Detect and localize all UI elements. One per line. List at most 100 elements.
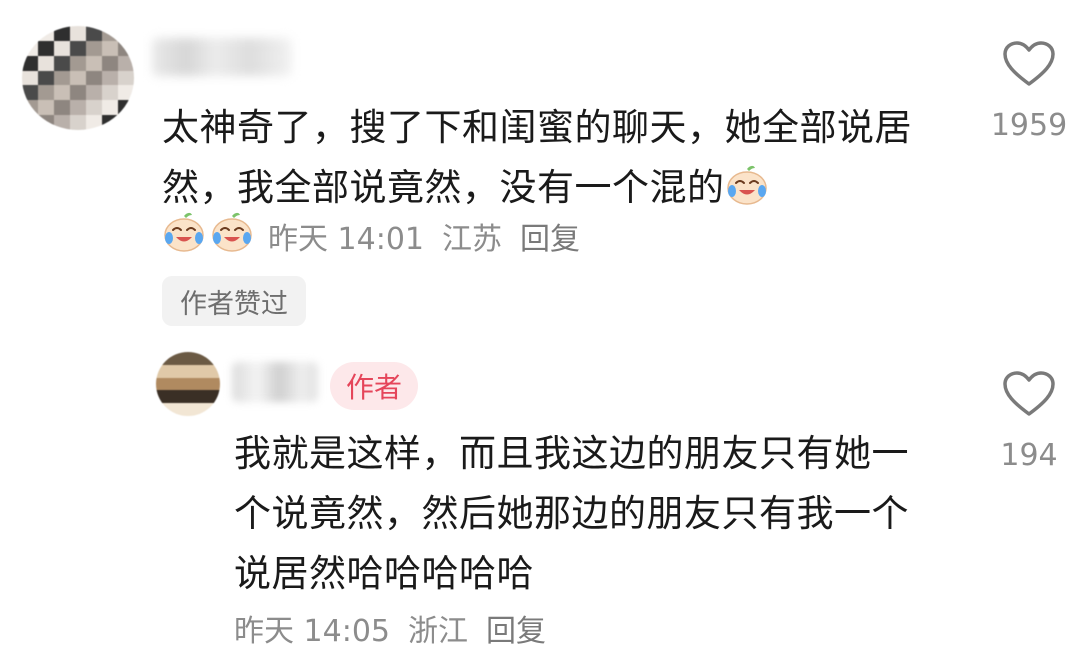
avatar-pixel	[182, 365, 195, 378]
avatar-pixel	[86, 100, 102, 115]
avatar-pixel	[194, 365, 207, 378]
avatar-pixel	[182, 352, 195, 365]
avatar-pixel	[22, 71, 38, 86]
heart-icon[interactable]	[1002, 370, 1056, 422]
reply-button[interactable]: 回复	[520, 214, 580, 258]
like-button[interactable]: 1959	[990, 40, 1068, 143]
avatar-pixel	[54, 41, 70, 56]
avatar-pixel	[169, 390, 182, 403]
avatar-pixel	[118, 115, 134, 130]
avatar-pixel	[54, 85, 70, 100]
avatar-pixel	[102, 56, 118, 71]
author-liked-badge: 作者赞过	[162, 276, 306, 326]
avatar-pixel	[156, 352, 169, 365]
comment-location: 浙江	[408, 606, 468, 650]
avatar-pixel	[156, 403, 169, 416]
avatar-pixel	[54, 100, 70, 115]
avatar-pixel	[22, 115, 38, 130]
like-count: 194	[1000, 438, 1057, 473]
avatar-pixel	[54, 26, 70, 41]
heart-icon[interactable]	[1002, 40, 1056, 92]
avatar-pixel	[194, 378, 207, 391]
avatar-pixel	[182, 403, 195, 416]
avatar-pixel	[54, 115, 70, 130]
avatar-pixel	[102, 71, 118, 86]
comment-meta: 昨天 14:01 江苏 回复	[162, 210, 598, 262]
avatar-pixel	[156, 390, 169, 403]
avatar-pixel	[207, 365, 220, 378]
avatar-pixel	[118, 56, 134, 71]
avatar-pixel	[70, 100, 86, 115]
avatar-pixel	[207, 378, 220, 391]
avatar-pixel	[86, 71, 102, 86]
avatar-pixel	[54, 71, 70, 86]
avatar-pixel	[22, 100, 38, 115]
avatar-pixel	[207, 352, 220, 365]
avatar-pixel	[102, 41, 118, 56]
avatar-pixel	[102, 115, 118, 130]
avatar-pixel	[22, 41, 38, 56]
comment-thread: 太神奇了，搜了下和闺蜜的聊天，她全部说居然，我全部说竟然，没有一个混的	[0, 0, 1080, 652]
avatar-pixel	[86, 41, 102, 56]
avatar-pixel	[102, 85, 118, 100]
avatar-pixel	[102, 100, 118, 115]
avatar-pixel	[169, 365, 182, 378]
avatar-pixel	[70, 71, 86, 86]
username-blurred[interactable]	[152, 38, 292, 76]
avatar-pixel	[169, 352, 182, 365]
avatar-pixel	[70, 115, 86, 130]
avatar-pixel	[118, 41, 134, 56]
avatar-pixel	[22, 85, 38, 100]
avatar-pixel	[118, 26, 134, 41]
avatar-pixel	[70, 56, 86, 71]
avatar-pixel	[194, 390, 207, 403]
avatar-pixel	[38, 115, 54, 130]
author-tag: 作者	[330, 362, 418, 410]
avatar-pixel	[70, 26, 86, 41]
like-button[interactable]: 194	[990, 370, 1068, 473]
comment-location: 江苏	[442, 214, 502, 258]
avatar-pixel	[22, 56, 38, 71]
comment-time: 昨天 14:05	[234, 606, 390, 650]
avatar-pixel	[194, 403, 207, 416]
like-count: 1959	[991, 108, 1067, 143]
avatar-pixel	[207, 403, 220, 416]
avatar-pixel	[169, 378, 182, 391]
avatar-pixel	[70, 85, 86, 100]
avatar-pixel	[118, 71, 134, 86]
avatar-pixel	[38, 56, 54, 71]
avatar-pixel	[118, 85, 134, 100]
avatar-pixel	[156, 365, 169, 378]
avatar-pixel	[169, 403, 182, 416]
avatar-pixel	[156, 378, 169, 391]
avatar-pixel	[86, 115, 102, 130]
avatar-pixel	[22, 26, 38, 41]
avatar-pixel	[38, 26, 54, 41]
avatar-pixel	[70, 41, 86, 56]
avatar-pixel	[118, 100, 134, 115]
avatar[interactable]	[22, 26, 134, 130]
avatar-pixel	[38, 100, 54, 115]
avatar-pixel	[102, 26, 118, 41]
avatar-pixel	[86, 85, 102, 100]
crying-laughing-emoji-icon	[725, 164, 769, 224]
avatar-pixel	[38, 85, 54, 100]
reply-button[interactable]: 回复	[486, 606, 546, 650]
username-blurred[interactable]	[232, 362, 318, 402]
comment-meta: 昨天 14:05 浙江 回复	[234, 604, 564, 652]
avatar[interactable]	[156, 352, 220, 416]
avatar-pixel	[54, 56, 70, 71]
avatar-pixel	[182, 378, 195, 391]
avatar-pixel	[86, 26, 102, 41]
crying-laughing-emoji-icon	[162, 211, 206, 261]
crying-laughing-emoji-icon	[210, 211, 254, 261]
emoji-row	[162, 211, 254, 261]
comment-body: 我就是这样，而且我这边的朋友只有她一个说竟然，然后她那边的朋友只有我一个说居然哈…	[234, 432, 909, 595]
avatar-pixel	[86, 56, 102, 71]
avatar-pixel	[194, 352, 207, 365]
comment-time: 昨天 14:01	[268, 214, 424, 258]
avatar-pixel	[38, 41, 54, 56]
avatar-pixel	[182, 390, 195, 403]
avatar-pixel	[38, 71, 54, 86]
comment-text: 太神奇了，搜了下和闺蜜的聊天，她全部说居然，我全部说竟然，没有一个混的	[162, 98, 932, 224]
